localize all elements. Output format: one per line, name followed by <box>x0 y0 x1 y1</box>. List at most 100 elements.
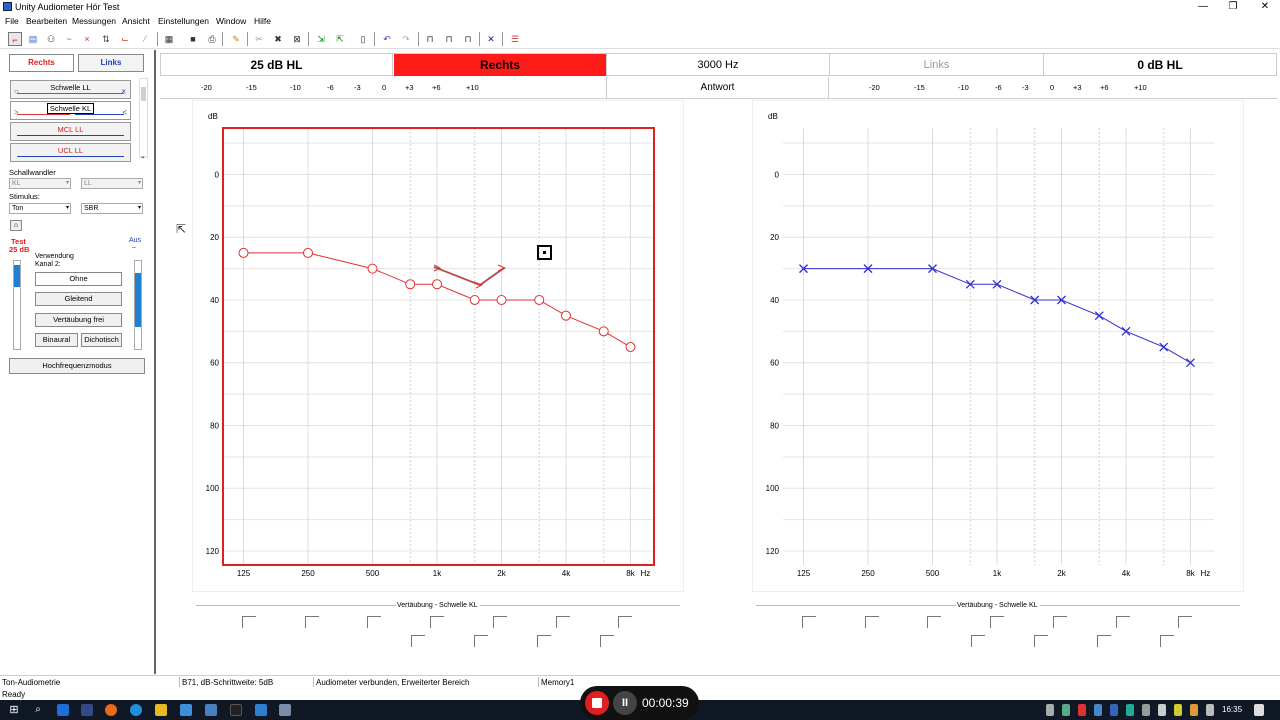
audiograms-svg: dB 0 20 40 60 80 100 120 125 250 500 1k 2k 4k 8k Hz dB 0… <box>206 112 1214 578</box>
x-tick-label: 500 <box>366 569 380 578</box>
masking-box[interactable] <box>1034 635 1048 647</box>
data-point-circle[interactable] <box>432 279 442 290</box>
app-icon-4[interactable] <box>230 704 242 716</box>
x-tick-label: 250 <box>861 569 875 578</box>
plot-area <box>783 128 1214 565</box>
x-tick-label: 4k <box>1122 569 1131 578</box>
y-tick-label: 100 <box>206 484 220 493</box>
x-tick-label: 8k <box>626 569 635 578</box>
x-tick-label: 125 <box>237 569 251 578</box>
data-point-circle[interactable] <box>625 342 636 353</box>
data-point-circle[interactable] <box>238 247 249 258</box>
tray-icon-4[interactable] <box>1094 704 1102 716</box>
app-icon-3[interactable] <box>205 704 217 716</box>
masking-box[interactable] <box>865 616 879 628</box>
x-tick-label: 4k <box>562 569 571 578</box>
right-audiogram[interactable]: dB 0 20 40 60 80 100 120 125 250 500 1k 2k 4k 8k Hz <box>206 112 655 578</box>
data-point-circle[interactable] <box>303 247 313 258</box>
x-tick-label: 1k <box>433 569 442 578</box>
tray-icon-5[interactable] <box>1126 704 1134 716</box>
app-icon-5[interactable] <box>255 704 267 716</box>
notification-icon[interactable] <box>1254 704 1264 716</box>
x-tick-label: 250 <box>301 569 315 578</box>
masking-box[interactable] <box>618 616 632 628</box>
masking-box[interactable] <box>411 635 425 647</box>
x-tick-label: 8k <box>1186 569 1195 578</box>
windows-start-icon[interactable]: ⊞ <box>8 704 20 716</box>
tray-icon-2[interactable] <box>1062 704 1070 716</box>
x-tick-label: 125 <box>797 569 811 578</box>
data-point-circle[interactable] <box>405 279 416 290</box>
masking-box[interactable] <box>1097 635 1111 647</box>
tray-icon-1[interactable] <box>1046 704 1054 716</box>
masking-title-right: Vertäubung - Schwelle KL <box>397 602 478 609</box>
y-tick-label: 80 <box>210 421 219 430</box>
app-icon-2[interactable] <box>81 704 93 716</box>
data-point-circle[interactable] <box>598 326 609 337</box>
bluetooth-icon[interactable] <box>1110 704 1118 716</box>
masking-box[interactable] <box>474 635 488 647</box>
y-tick-label: 20 <box>210 233 219 242</box>
data-point-circle[interactable] <box>469 294 480 305</box>
tray-icon-6[interactable] <box>1142 704 1150 716</box>
screen-recorder: II 00:00:39 <box>580 686 699 720</box>
record-timer: 00:00:39 <box>642 696 689 710</box>
masking-box[interactable] <box>927 616 941 628</box>
x-tick-label: 2k <box>1057 569 1066 578</box>
person-app-icon[interactable] <box>180 704 192 716</box>
masking-box[interactable] <box>990 616 1004 628</box>
file-explorer-icon[interactable] <box>155 704 167 716</box>
edge-icon[interactable] <box>130 704 142 716</box>
y-unit-label: dB <box>768 112 778 121</box>
y-tick-label: 60 <box>770 359 779 368</box>
masking-box[interactable] <box>493 616 507 628</box>
y-tick-label: 60 <box>210 359 219 368</box>
tray-icon-7[interactable] <box>1158 704 1166 716</box>
masking-box[interactable] <box>305 616 319 628</box>
status-ready: Ready <box>2 690 26 699</box>
masking-box[interactable] <box>537 635 551 647</box>
y-tick-label: 40 <box>210 296 219 305</box>
record-stop-button[interactable] <box>585 691 609 715</box>
outlook-icon[interactable] <box>57 704 69 716</box>
audiometer-taskbar-icon[interactable] <box>279 704 291 716</box>
status-connection: Audiometer verbunden, Erweiterter Bereic… <box>316 678 470 687</box>
masking-box[interactable] <box>1160 635 1174 647</box>
data-point-circle[interactable] <box>534 294 545 305</box>
clock[interactable]: 16:35 <box>1222 705 1242 714</box>
masking-box[interactable] <box>1178 616 1192 628</box>
y-tick-label: 100 <box>766 484 780 493</box>
data-point-circle[interactable] <box>496 294 507 305</box>
x-tick-label: 500 <box>926 569 940 578</box>
masking-box[interactable] <box>242 616 256 628</box>
y-tick-label: 40 <box>770 296 779 305</box>
masking-box[interactable] <box>600 635 614 647</box>
x-unit-label: Hz <box>1201 569 1211 578</box>
masking-box[interactable] <box>430 616 444 628</box>
masking-box[interactable] <box>1116 616 1130 628</box>
data-point-circle[interactable] <box>367 263 378 274</box>
masking-box[interactable] <box>556 616 570 628</box>
x-tick-label: 1k <box>993 569 1002 578</box>
status-mode: Ton-Audiometrie <box>2 678 61 687</box>
x-tick-label: 2k <box>497 569 506 578</box>
y-tick-label: 120 <box>206 547 220 556</box>
search-icon[interactable]: ⌕ <box>32 704 44 716</box>
masking-box[interactable] <box>1053 616 1067 628</box>
volume-icon[interactable] <box>1206 704 1214 716</box>
masking-title-left: Vertäubung - Schwelle KL <box>957 602 1038 609</box>
masking-box[interactable] <box>971 635 985 647</box>
data-point-circle[interactable] <box>561 310 571 321</box>
tray-icon-9[interactable] <box>1190 704 1198 716</box>
masking-box[interactable] <box>802 616 816 628</box>
record-pause-button[interactable]: II <box>613 691 637 715</box>
tray-icon-8[interactable] <box>1174 704 1182 716</box>
tray-icon-3[interactable] <box>1078 704 1086 716</box>
left-audiogram[interactable]: dB 0 20 40 60 80 100 120 125 250 500 1k 2k 4k 8k Hz <box>766 112 1214 578</box>
firefox-icon[interactable] <box>105 704 117 716</box>
status-step: B71, dB-Schrittweite: 5dB <box>182 678 274 687</box>
y-tick-label: 20 <box>770 233 779 242</box>
y-unit-label: dB <box>208 112 218 121</box>
masking-box[interactable] <box>367 616 381 628</box>
status-memory: Memory1 <box>541 678 575 687</box>
